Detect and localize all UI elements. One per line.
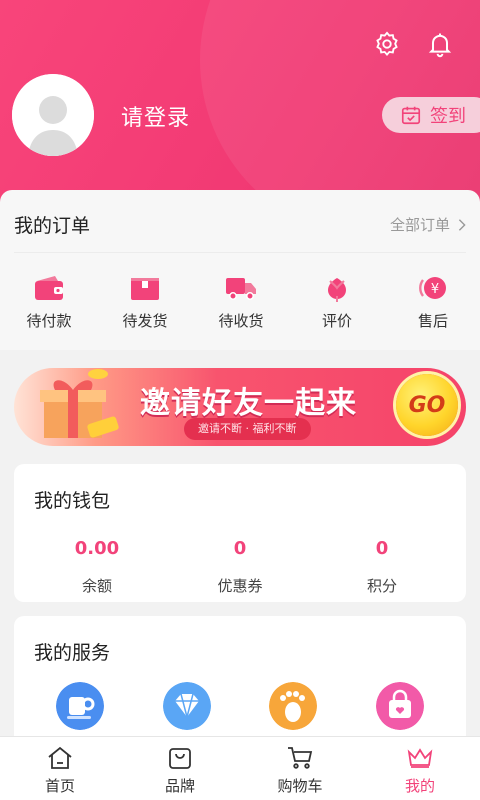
avatar[interactable]: [12, 74, 94, 156]
default-user-icon: [12, 74, 94, 156]
signin-label: 签到: [430, 106, 466, 127]
refund-icon: ¥: [419, 277, 446, 299]
diamond-icon[interactable]: [163, 682, 211, 730]
tab-brand[interactable]: 品牌: [140, 745, 220, 796]
chevron-right-icon: [458, 218, 466, 231]
orders-title: 我的订单: [14, 215, 91, 237]
orders-card: 我的订单 全部订单 待付款 待发货 待收货 评价 ¥ 售后: [0, 190, 480, 350]
all-orders-link[interactable]: 全部订单: [390, 214, 468, 235]
flower-icon: [328, 278, 346, 302]
points-value: 0: [375, 538, 389, 559]
signin-button[interactable]: 签到: [382, 97, 480, 133]
services-title: 我的服务: [34, 642, 111, 664]
order-label: 售后: [417, 312, 448, 330]
tab-label: 购物车: [277, 777, 323, 795]
all-orders-label: 全部订单: [389, 216, 450, 234]
balance-label: 余额: [81, 577, 112, 595]
svg-text:¥: ¥: [431, 282, 439, 297]
tab-home[interactable]: 首页: [20, 745, 100, 796]
coupon-value: 0: [233, 538, 247, 559]
order-label: 评价: [321, 312, 352, 330]
footprint-icon[interactable]: [269, 682, 317, 730]
tab-label: 我的: [404, 777, 435, 795]
home-icon: [48, 746, 72, 769]
login-prompt[interactable]: 请登录: [121, 100, 190, 132]
tab-label: 首页: [44, 777, 75, 795]
tab-cart[interactable]: 购物车: [260, 745, 340, 796]
gear-icon[interactable]: [373, 30, 401, 58]
wallet-icon: [35, 276, 63, 300]
tab-label: 品牌: [164, 777, 195, 795]
points-item[interactable]: 0 积分: [327, 538, 437, 596]
banner-subtitle: 邀请不断 · 福利不断: [184, 418, 311, 440]
gift-box-icon: [40, 369, 119, 438]
crown-icon: [407, 748, 433, 768]
cart-icon: [288, 747, 313, 769]
services-card: 我的服务: [14, 616, 466, 746]
invite-friends-banner[interactable]: 邀请好友一起来 邀请不断 · 福利不断 GO: [14, 368, 466, 446]
order-pending-shipment[interactable]: 待发货: [110, 274, 180, 331]
order-pending-receipt[interactable]: 待收货: [206, 274, 276, 331]
order-label: 待收货: [218, 312, 264, 330]
bottom-tab-bar: 首页 品牌 购物车 我的: [0, 736, 480, 800]
points-label: 积分: [366, 577, 397, 595]
bell-icon[interactable]: [426, 30, 454, 58]
go-button[interactable]: GO: [396, 374, 458, 436]
order-review[interactable]: 评价: [302, 274, 372, 331]
tab-mine[interactable]: 我的: [380, 745, 460, 796]
coupon-item[interactable]: 0 优惠券: [185, 538, 295, 596]
divider: [14, 252, 466, 253]
balance-value: 0.00: [74, 538, 120, 559]
banner-title: 邀请好友一起来: [140, 386, 357, 421]
calendar-check-icon: [401, 106, 421, 125]
package-icon: [131, 278, 159, 300]
balance-item[interactable]: 0.00 余额: [42, 538, 152, 596]
shopping-bag-icon[interactable]: [376, 682, 424, 730]
order-label: 待发货: [122, 312, 168, 330]
coupon-label: 优惠券: [217, 577, 263, 595]
bag-icon: [169, 748, 191, 769]
wallet-card: 我的钱包 0.00 余额 0 优惠券 0 积分: [14, 464, 466, 602]
order-after-sales[interactable]: ¥ 售后: [398, 274, 468, 331]
cup-icon[interactable]: [56, 682, 104, 730]
order-pending-payment[interactable]: 待付款: [14, 274, 84, 331]
order-label: 待付款: [26, 312, 72, 330]
truck-icon: [226, 278, 256, 300]
wallet-title: 我的钱包: [34, 490, 111, 512]
